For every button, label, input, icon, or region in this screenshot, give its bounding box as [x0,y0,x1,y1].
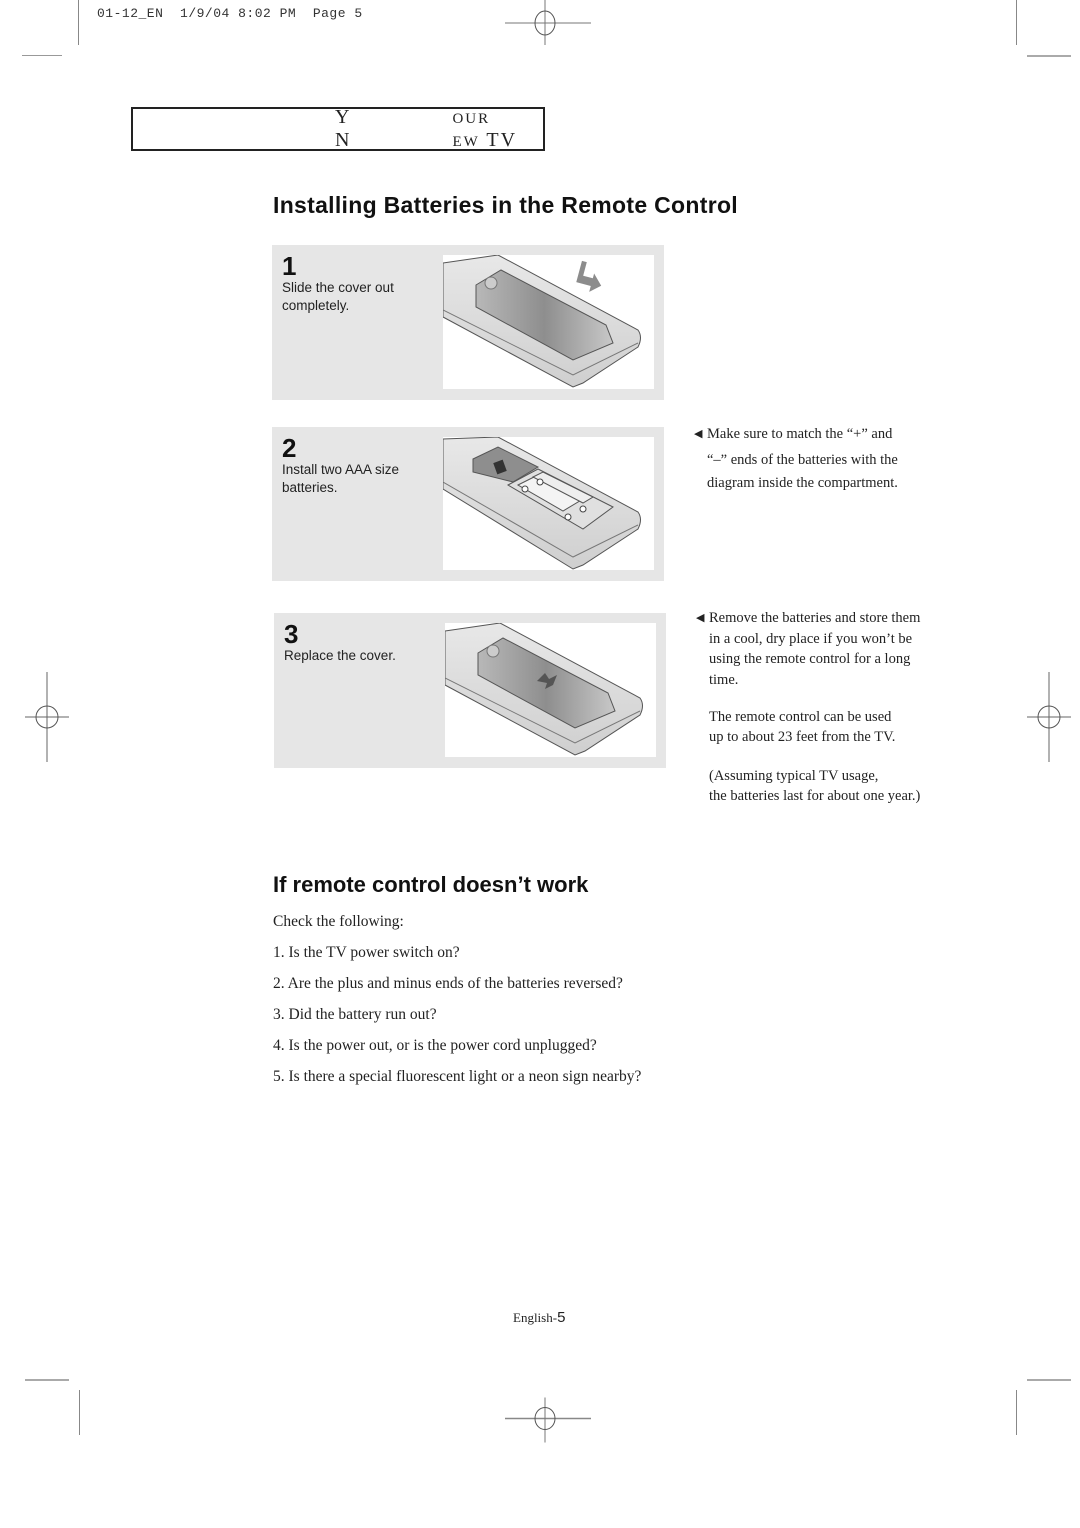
print-slug: 01-12_EN 1/9/04 8:02 PM Page 5 [97,6,363,21]
section-header-initial: N [335,129,352,151]
crop-mark-bottom-left-h [25,1379,69,1381]
note-line: “–” ends of the batteries with the [707,452,898,468]
crop-mark-bottom-right-h [1027,1379,1071,1381]
polarity-note: ◀ Make sure to match the “+” and “–” end… [694,424,898,494]
note-line: (Assuming typical TV usage, [709,768,879,784]
registration-mark-bottom-icon [505,1397,591,1443]
crop-mark-bottom-left-v [79,1390,80,1435]
checklist-item: 3. Did the battery run out? [273,1006,437,1023]
checklist-item: 5. Is there a special fluorescent light … [273,1068,642,1085]
crop-mark-top-left-v [78,0,79,45]
checklist-item: 4. Is the power out, or is the power cor… [273,1037,597,1054]
section-header-word: OUR [452,111,491,127]
remote-control-icon [443,437,641,570]
checklist-item: 2. Are the plus and minus ends of the ba… [273,975,623,992]
registration-mark-right-icon [1027,672,1071,762]
step-description: Slide the cover out completely. [282,280,394,313]
page-title: Installing Batteries in the Remote Contr… [273,192,738,218]
section-header-text: Y OUR N EW TV [234,106,543,152]
crop-mark-top-right-h [1027,55,1071,57]
page-number: 5 [557,1309,566,1326]
step-panel-3: 3 Replace the cover. [274,613,666,768]
remote-batteries-installed-illustration [443,437,654,570]
battery-life-note: (Assuming typical TV usage, the batterie… [709,766,920,806]
crop-mark-top-right-v [1016,0,1017,45]
remote-cover-slide-out-illustration [443,255,654,389]
step-number: 1 [282,251,297,281]
troubleshooting-checklist: Check the following: 1. Is the TV power … [273,911,641,1097]
note-line: up to about 23 feet from the TV. [709,729,896,745]
left-triangle-bullet-icon: ◀ [694,428,703,440]
step-number: 2 [282,433,297,463]
section-header-word: EW [452,134,480,150]
note-line: Remove the batteries and store them [709,610,921,626]
section-header-initial: Y [335,106,352,128]
remote-control-icon [445,623,643,756]
note-line: using the remote control for a long [709,651,911,667]
step-number: 3 [284,619,299,649]
remote-cover-replace-illustration [445,623,656,757]
checklist-intro: Check the following: [273,913,404,930]
page-footer: English-5 [513,1309,565,1326]
note-line: the batteries last for about one year.) [709,788,921,804]
note-line: diagram inside the compartment. [707,475,898,491]
note-line: in a cool, dry place if you won’t be [709,630,913,647]
remote-control-icon [443,255,641,388]
step-description: Install two AAA size batteries. [282,462,400,495]
step-panel-2: 2 Install two AAA size batteries. [272,427,664,581]
crop-mark-bottom-right-v [1016,1390,1017,1435]
registration-mark-left-icon [25,672,69,762]
range-note: The remote control can be used up to abo… [709,707,895,747]
crop-mark-top-left-h [22,55,62,56]
step-panel-1: 1 Slide the cover out completely. [272,245,664,400]
footer-language: English- [513,1310,558,1325]
left-triangle-bullet-icon: ◀ [696,612,705,624]
section-header-word: TV [486,129,518,151]
storage-note: ◀ Remove the batteries and store them in… [696,608,921,690]
checklist-item: 1. Is the TV power switch on? [273,944,460,961]
section-header: Y OUR N EW TV [131,106,545,152]
note-line: time. [709,671,739,688]
note-line: The remote control can be used [709,709,892,725]
troubleshooting-title: If remote control doesn’t work [273,872,589,897]
registration-mark-top-icon [505,0,591,45]
note-line: Make sure to match the “+” and [707,426,893,442]
step-description: Replace the cover. [284,648,396,663]
